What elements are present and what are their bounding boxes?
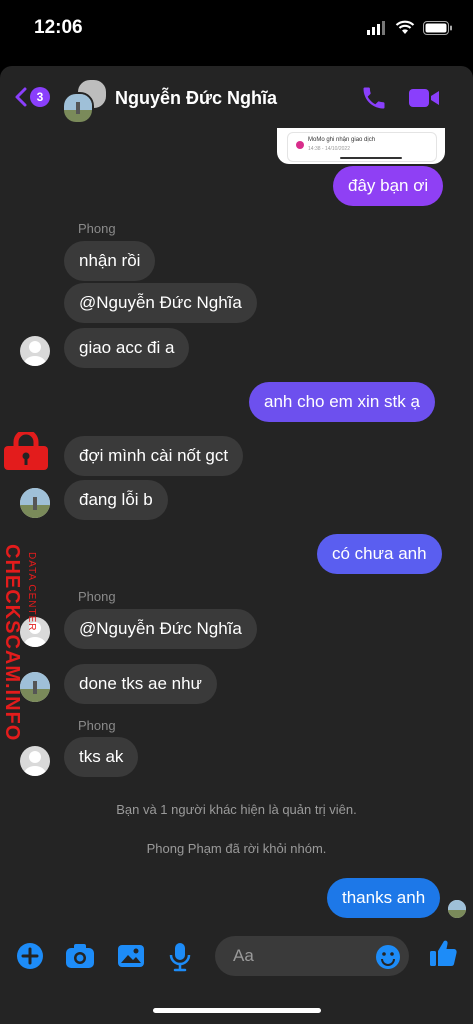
message-bubble-incoming[interactable]: done tks ae như: [64, 664, 217, 704]
message-bubble-incoming[interactable]: đang lỗi b: [64, 480, 168, 520]
emoji-icon[interactable]: [375, 944, 401, 970]
message-bubble-incoming[interactable]: giao acc đi a: [64, 328, 190, 368]
sender-name: Phong: [78, 221, 116, 236]
message-bubble-incoming[interactable]: @Nguyễn Đức Nghĩa: [64, 609, 257, 649]
sender-name: Phong: [78, 589, 116, 604]
message-bubble-incoming[interactable]: @Nguyễn Đức Nghĩa: [64, 283, 257, 323]
chat-sheet: 3 Nguyễn Đức Nghĩa MoMo ghi nhận giao dị…: [0, 66, 473, 1024]
cellular-signal-icon: [367, 20, 385, 35]
wifi-icon: [395, 20, 415, 34]
receipt-title: MoMo ghi nhận giao dịch: [308, 137, 376, 143]
composer-bar: Aa: [0, 934, 473, 978]
system-message: Phong Phạm đã rời khỏi nhóm.: [146, 841, 327, 856]
back-button[interactable]: 3: [14, 86, 50, 108]
divider: [340, 157, 402, 159]
chevron-left-icon: [15, 87, 27, 107]
avatar[interactable]: [20, 746, 50, 776]
message-bubble-incoming[interactable]: tks ak: [64, 737, 139, 777]
shared-image-message[interactable]: MoMo ghi nhận giao dịch 14:38 - 14/10/20…: [277, 128, 445, 164]
plus-icon[interactable]: [16, 942, 44, 970]
avatar[interactable]: [20, 336, 50, 366]
status-icons: [367, 20, 453, 35]
avatar: [62, 92, 94, 124]
message-input[interactable]: Aa: [215, 936, 409, 976]
message-bubble-outgoing[interactable]: có chưa anh: [317, 534, 442, 574]
watermark-text: CHECKSCAM.INFO: [1, 544, 23, 742]
watermark-subtext: DATA CENTER: [26, 552, 37, 632]
receipt-date: 14:38 - 14/10/2022: [308, 146, 350, 152]
chat-title[interactable]: Nguyễn Đức Nghĩa: [115, 88, 277, 109]
read-receipt-avatar: [448, 900, 466, 918]
chat-header: 3 Nguyễn Đức Nghĩa: [0, 66, 473, 130]
gallery-icon[interactable]: [117, 942, 145, 970]
watermark: CHECKSCAM.INFO DATA CENTER: [1, 432, 52, 741]
sender-name: Phong: [78, 718, 116, 733]
message-bubble-outgoing[interactable]: đây bạn ơi: [333, 166, 444, 206]
message-bubble-incoming[interactable]: đợi mình cài nốt gct: [64, 436, 244, 476]
message-bubble-outgoing[interactable]: anh cho em xin stk ạ: [249, 382, 435, 422]
battery-icon: [423, 20, 452, 35]
transaction-receipt: MoMo ghi nhận giao dịch 14:38 - 14/10/20…: [287, 132, 437, 162]
message-bubble-incoming[interactable]: nhận rồi: [64, 241, 156, 281]
like-icon[interactable]: [428, 938, 458, 968]
unread-count-badge: 3: [30, 87, 50, 107]
group-avatar[interactable]: [60, 78, 108, 124]
microphone-icon[interactable]: [168, 942, 192, 972]
status-bar: 12:06: [0, 0, 473, 60]
phone-icon[interactable]: [360, 84, 388, 112]
video-call-icon[interactable]: [408, 86, 440, 110]
lock-icon: [4, 432, 48, 470]
status-time: 12:06: [34, 17, 83, 38]
home-indicator: [153, 1008, 321, 1013]
message-input-placeholder: Aa: [233, 946, 254, 965]
camera-icon[interactable]: [65, 942, 95, 970]
message-bubble-outgoing[interactable]: thanks anh: [327, 878, 441, 918]
momo-logo-icon: [296, 141, 304, 149]
system-message: Bạn và 1 người khác hiện là quản trị viê…: [116, 802, 357, 817]
